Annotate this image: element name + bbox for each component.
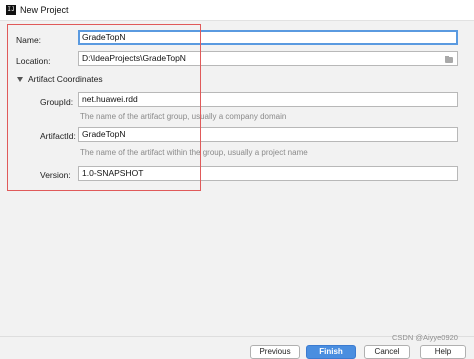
title-bar: IJ New Project bbox=[0, 0, 474, 21]
watermark: CSDN @Aiyye0920 bbox=[392, 333, 458, 342]
window-title: New Project bbox=[20, 5, 69, 15]
folder-icon bbox=[445, 57, 453, 63]
intellij-icon: IJ bbox=[6, 5, 16, 15]
browse-folder-button[interactable] bbox=[442, 53, 456, 66]
highlight-box bbox=[7, 24, 201, 191]
